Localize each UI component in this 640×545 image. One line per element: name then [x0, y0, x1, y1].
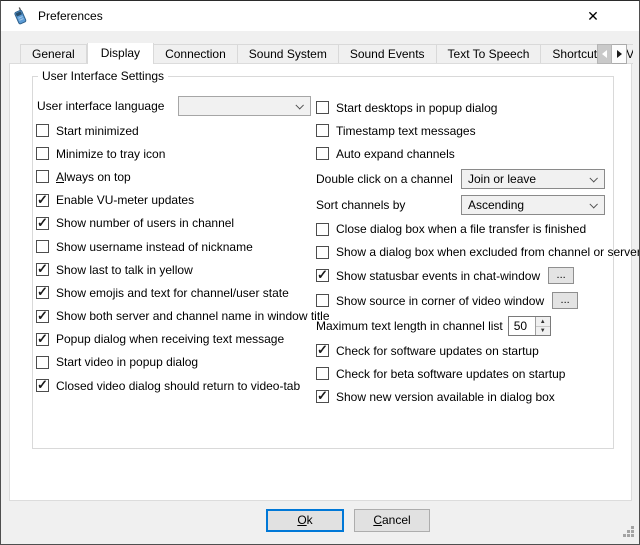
chevron-down-icon: [589, 174, 597, 182]
checkbox[interactable]: [316, 269, 329, 282]
tab-sound-system[interactable]: Sound System: [238, 44, 339, 64]
checkbox-row-emojis: Show emojis and text for channel/user st…: [36, 281, 316, 304]
checkbox[interactable]: [36, 147, 49, 160]
spinner-value[interactable]: 50: [509, 317, 535, 335]
checkbox-row-timestamp: Timestamp text messages: [316, 119, 614, 142]
titlebar: Preferences ✕: [1, 1, 639, 31]
sort-channels-row: Sort channels by Ascending: [316, 192, 614, 218]
checkbox[interactable]: [36, 263, 49, 276]
checkbox-row-start-desktops: Start desktops in popup dialog: [316, 96, 614, 119]
double-click-select[interactable]: Join or leave: [461, 169, 605, 189]
double-click-row: Double click on a channel Join or leave: [316, 166, 614, 192]
chevron-down-icon: [589, 200, 597, 208]
checkbox-row-excluded-dialog: Show a dialog box when excluded from cha…: [316, 241, 614, 264]
max-text-length-row: Maximum text length in channel list 50 ▲…: [316, 314, 614, 339]
language-select[interactable]: [178, 96, 311, 116]
checkbox-row-last-to-talk: Show last to talk in yellow: [36, 258, 316, 281]
checkbox-row-server-channel-title: Show both server and channel name in win…: [36, 305, 316, 328]
checkbox[interactable]: [316, 124, 329, 137]
checkbox[interactable]: [36, 217, 49, 230]
checkbox[interactable]: [36, 170, 49, 183]
checkbox[interactable]: [36, 194, 49, 207]
checkbox[interactable]: [316, 294, 329, 307]
checkbox-row-start-minimized: Start minimized: [36, 119, 316, 142]
checkbox-row-check-updates: Check for software updates on startup: [316, 339, 614, 362]
video-source-row: Show source in corner of video window ..…: [316, 288, 614, 314]
checkbox-row-close-on-transfer: Close dialog box when a file transfer is…: [316, 218, 614, 241]
checkbox[interactable]: [36, 124, 49, 137]
tab-sound-events[interactable]: Sound Events: [339, 44, 437, 64]
tab-display[interactable]: Display: [87, 43, 154, 64]
chevron-down-icon: [295, 101, 303, 109]
tab-text-to-speech[interactable]: Text To Speech: [437, 44, 542, 64]
checkbox-row-video-popup: Start video in popup dialog: [36, 351, 316, 374]
checkbox[interactable]: [36, 286, 49, 299]
checkbox[interactable]: [316, 223, 329, 236]
checkbox[interactable]: [316, 390, 329, 403]
user-interface-settings-group: User Interface Settings User interface l…: [32, 76, 614, 449]
video-source-more-button[interactable]: ...: [552, 292, 578, 309]
checkbox[interactable]: [36, 333, 49, 346]
statusbar-events-more-button[interactable]: ...: [548, 267, 574, 284]
max-text-length-label: Maximum text length in channel list: [316, 319, 503, 333]
resize-grip[interactable]: [623, 528, 635, 540]
checkbox[interactable]: [316, 246, 329, 259]
group-title: User Interface Settings: [38, 69, 168, 83]
tab-general[interactable]: General: [20, 44, 87, 64]
close-icon[interactable]: ✕: [581, 5, 605, 27]
checkbox-row-auto-expand: Auto expand channels: [316, 142, 614, 165]
double-click-label: Double click on a channel: [316, 172, 461, 186]
checkbox-row-show-user-count: Show number of users in channel: [36, 212, 316, 235]
checkbox-row-show-username: Show username instead of nickname: [36, 235, 316, 258]
sort-channels-select[interactable]: Ascending: [461, 195, 605, 215]
statusbar-events-row: Show statusbar events in chat-window ...: [316, 264, 614, 288]
checkbox[interactable]: [316, 367, 329, 380]
ok-button[interactable]: Ok: [266, 509, 344, 532]
checkbox-row-always-on-top: Always on top: [36, 165, 316, 188]
right-column: Start desktops in popup dialog Timestamp…: [316, 96, 614, 409]
tab-connection[interactable]: Connection: [154, 44, 238, 64]
checkbox[interactable]: [36, 310, 49, 323]
language-label: User interface language: [36, 99, 178, 113]
tab-bar: General Display Connection Sound System …: [9, 43, 633, 64]
max-text-length-spinner: 50 ▲ ▼: [508, 316, 551, 336]
preferences-dialog: Preferences ✕ General Display Connection…: [0, 0, 640, 545]
checkbox-row-popup-text-message: Popup dialog when receiving text message: [36, 328, 316, 351]
checkbox-row-check-beta-updates: Check for beta software updates on start…: [316, 362, 614, 385]
left-column: User interface language Start minimized …: [36, 92, 316, 397]
tab-scroll-buttons: [597, 44, 627, 64]
checkbox[interactable]: [316, 101, 329, 114]
display-tab-page: User Interface Settings User interface l…: [9, 63, 632, 501]
window-title: Preferences: [38, 9, 103, 23]
checkbox[interactable]: [316, 147, 329, 160]
language-row: User interface language: [36, 92, 316, 119]
spin-down-icon[interactable]: ▼: [536, 327, 550, 336]
checkbox[interactable]: [36, 379, 49, 392]
button-bar: Ok Cancel: [1, 509, 639, 533]
checkbox[interactable]: [36, 356, 49, 369]
checkbox[interactable]: [316, 344, 329, 357]
checkbox-row-minimize-to-tray: Minimize to tray icon: [36, 142, 316, 165]
sort-channels-label: Sort channels by: [316, 198, 461, 212]
app-icon: [10, 6, 30, 26]
cancel-button[interactable]: Cancel: [354, 509, 430, 532]
checkbox-row-new-version-dialog: Show new version available in dialog box: [316, 385, 614, 408]
tab-scroll-left-icon[interactable]: [597, 44, 612, 64]
checkbox[interactable]: [36, 240, 49, 253]
spin-up-icon[interactable]: ▲: [536, 317, 550, 327]
tab-scroll-right-icon[interactable]: [612, 44, 627, 64]
checkbox-row-vu-meter: Enable VU-meter updates: [36, 189, 316, 212]
checkbox-row-closed-video-return: Closed video dialog should return to vid…: [36, 374, 316, 397]
